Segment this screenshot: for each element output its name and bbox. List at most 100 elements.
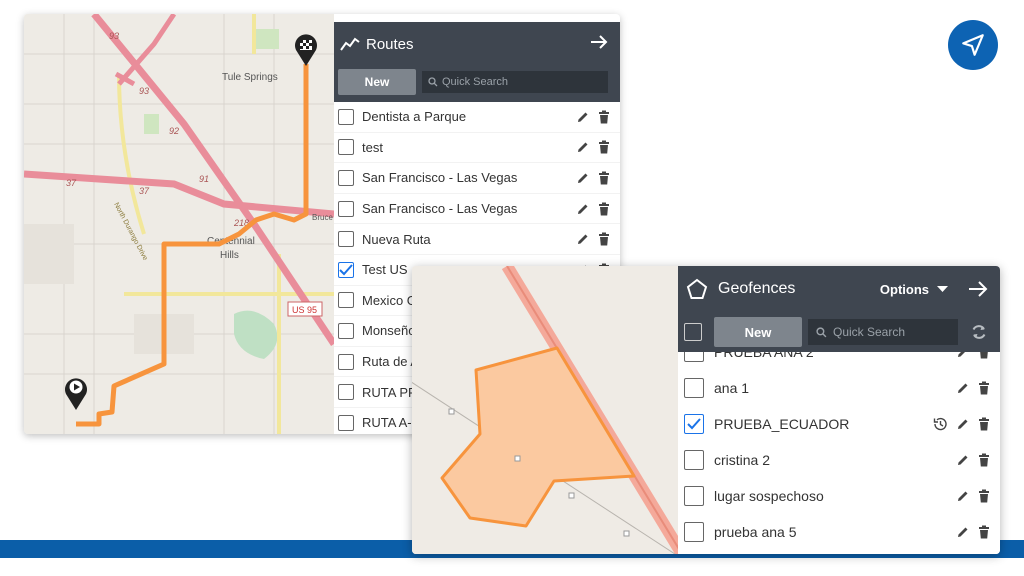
list-item[interactable]: PRUEBA_ECUADOR xyxy=(678,406,1000,442)
routes-expand-arrow-icon[interactable] xyxy=(590,34,608,55)
geofences-map[interactable] xyxy=(412,266,688,554)
navigation-logo-icon xyxy=(948,20,998,70)
edit-pencil-icon[interactable] xyxy=(956,525,970,539)
edit-pencil-icon[interactable] xyxy=(576,171,590,185)
delete-trash-icon[interactable] xyxy=(978,352,990,359)
delete-trash-icon[interactable] xyxy=(598,171,610,185)
row-checkbox[interactable] xyxy=(684,486,704,506)
edit-pencil-icon[interactable] xyxy=(576,202,590,216)
row-actions xyxy=(956,381,990,395)
edit-pencil-icon[interactable] xyxy=(576,110,590,124)
row-label: test xyxy=(362,139,383,155)
row-checkbox[interactable] xyxy=(684,378,704,398)
edit-pencil-icon[interactable] xyxy=(956,489,970,503)
label-route-37b: 37 xyxy=(139,186,150,196)
row-actions xyxy=(576,110,610,124)
row-actions xyxy=(956,489,990,503)
geofences-title: Geofences xyxy=(718,280,796,297)
geofences-expand-arrow-icon[interactable] xyxy=(968,280,988,298)
row-actions xyxy=(576,140,610,154)
delete-trash-icon[interactable] xyxy=(598,202,610,216)
row-checkbox[interactable] xyxy=(338,139,354,156)
geofences-header: Geofences Options xyxy=(678,266,1000,312)
geofences-new-button[interactable]: New xyxy=(714,317,802,347)
edit-pencil-icon[interactable] xyxy=(576,232,590,246)
row-checkbox[interactable] xyxy=(684,522,704,542)
row-checkbox[interactable] xyxy=(338,169,354,186)
row-checkbox[interactable] xyxy=(338,292,354,309)
routes-map[interactable]: Tule Springs Centennial Hills Bruce 93 9… xyxy=(24,14,337,434)
row-actions xyxy=(576,202,610,216)
row-checkbox[interactable] xyxy=(338,384,354,401)
routes-search-input[interactable]: Quick Search xyxy=(422,71,608,93)
row-checkbox[interactable] xyxy=(338,231,354,248)
list-item[interactable]: San Francisco - Las Vegas xyxy=(334,163,620,194)
row-label: San Francisco - Las Vegas xyxy=(362,170,518,186)
edit-pencil-icon[interactable] xyxy=(956,381,970,395)
row-actions xyxy=(956,352,990,359)
list-item[interactable]: Dentista a Parque xyxy=(334,102,620,133)
edit-pencil-icon[interactable] xyxy=(956,352,970,359)
label-route-91: 91 xyxy=(199,174,209,184)
label-hills: Hills xyxy=(220,250,239,261)
geofences-select-all-checkbox[interactable] xyxy=(684,323,702,341)
row-label: prueba ana 5 xyxy=(714,524,797,540)
delete-trash-icon[interactable] xyxy=(978,525,990,539)
row-label: cristina 2 xyxy=(714,452,771,468)
row-checkbox[interactable] xyxy=(338,200,354,217)
list-item[interactable]: ana 1 xyxy=(678,370,1000,406)
label-route-93a: 93 xyxy=(109,31,119,41)
row-checkbox[interactable] xyxy=(684,450,704,470)
routes-new-button[interactable]: New xyxy=(338,69,416,95)
row-label: lugar sospechoso xyxy=(714,488,824,504)
list-item[interactable]: prueba ana 5 xyxy=(678,514,1000,550)
geofences-search-input[interactable]: Quick Search xyxy=(808,319,958,345)
row-label: ana 1 xyxy=(714,380,750,396)
label-us95: US 95 xyxy=(292,305,317,315)
delete-trash-icon[interactable] xyxy=(978,489,990,503)
row-checkbox[interactable] xyxy=(338,353,354,370)
routes-header: Routes xyxy=(334,22,620,66)
edit-pencil-icon[interactable] xyxy=(956,417,970,431)
delete-trash-icon[interactable] xyxy=(978,453,990,467)
row-checkbox[interactable] xyxy=(338,108,354,125)
geofences-options-menu[interactable]: Options xyxy=(880,282,948,297)
row-checkbox[interactable] xyxy=(338,414,354,431)
row-label: PRUEBA_ECUADOR xyxy=(714,416,850,432)
refresh-icon[interactable] xyxy=(970,323,988,341)
delete-trash-icon[interactable] xyxy=(978,417,990,431)
delete-trash-icon[interactable] xyxy=(598,232,610,246)
row-actions xyxy=(932,416,990,432)
row-checkbox[interactable] xyxy=(338,322,354,339)
routes-chart-icon xyxy=(340,36,360,52)
routes-search-placeholder: Quick Search xyxy=(442,76,509,88)
label-bruce: Bruce xyxy=(312,213,333,222)
list-item[interactable]: PRUEBA ANA 2 xyxy=(678,352,1000,370)
edit-pencil-icon[interactable] xyxy=(956,453,970,467)
geofences-search-placeholder: Quick Search xyxy=(833,325,906,339)
geofences-toolbar: New Quick Search xyxy=(678,312,1000,352)
list-item[interactable]: cristina 2 xyxy=(678,442,1000,478)
history-icon[interactable] xyxy=(932,416,948,432)
row-checkbox[interactable] xyxy=(338,261,354,278)
geofences-window: Geofences Options New Quick Search PRUEB… xyxy=(412,266,1000,554)
row-checkbox[interactable] xyxy=(684,414,704,434)
geofences-panel: Geofences Options New Quick Search PRUEB… xyxy=(678,266,1000,554)
delete-trash-icon[interactable] xyxy=(978,381,990,395)
label-route-92: 92 xyxy=(169,126,179,136)
search-icon xyxy=(816,326,827,338)
delete-trash-icon[interactable] xyxy=(598,110,610,124)
delete-trash-icon[interactable] xyxy=(598,140,610,154)
routes-title: Routes xyxy=(366,35,414,53)
edit-pencil-icon[interactable] xyxy=(576,140,590,154)
list-item[interactable]: Nueva Ruta xyxy=(334,224,620,255)
list-item[interactable]: San Francisco - Las Vegas xyxy=(334,194,620,225)
search-icon xyxy=(428,77,438,87)
row-label: PRUEBA ANA 2 xyxy=(714,352,814,360)
bottom-white-band xyxy=(0,558,1024,576)
list-item[interactable]: test xyxy=(334,133,620,164)
row-label: Nueva Ruta xyxy=(362,231,431,247)
label-tule-springs: Tule Springs xyxy=(222,72,278,83)
row-checkbox[interactable] xyxy=(684,352,704,362)
list-item[interactable]: lugar sospechoso xyxy=(678,478,1000,514)
